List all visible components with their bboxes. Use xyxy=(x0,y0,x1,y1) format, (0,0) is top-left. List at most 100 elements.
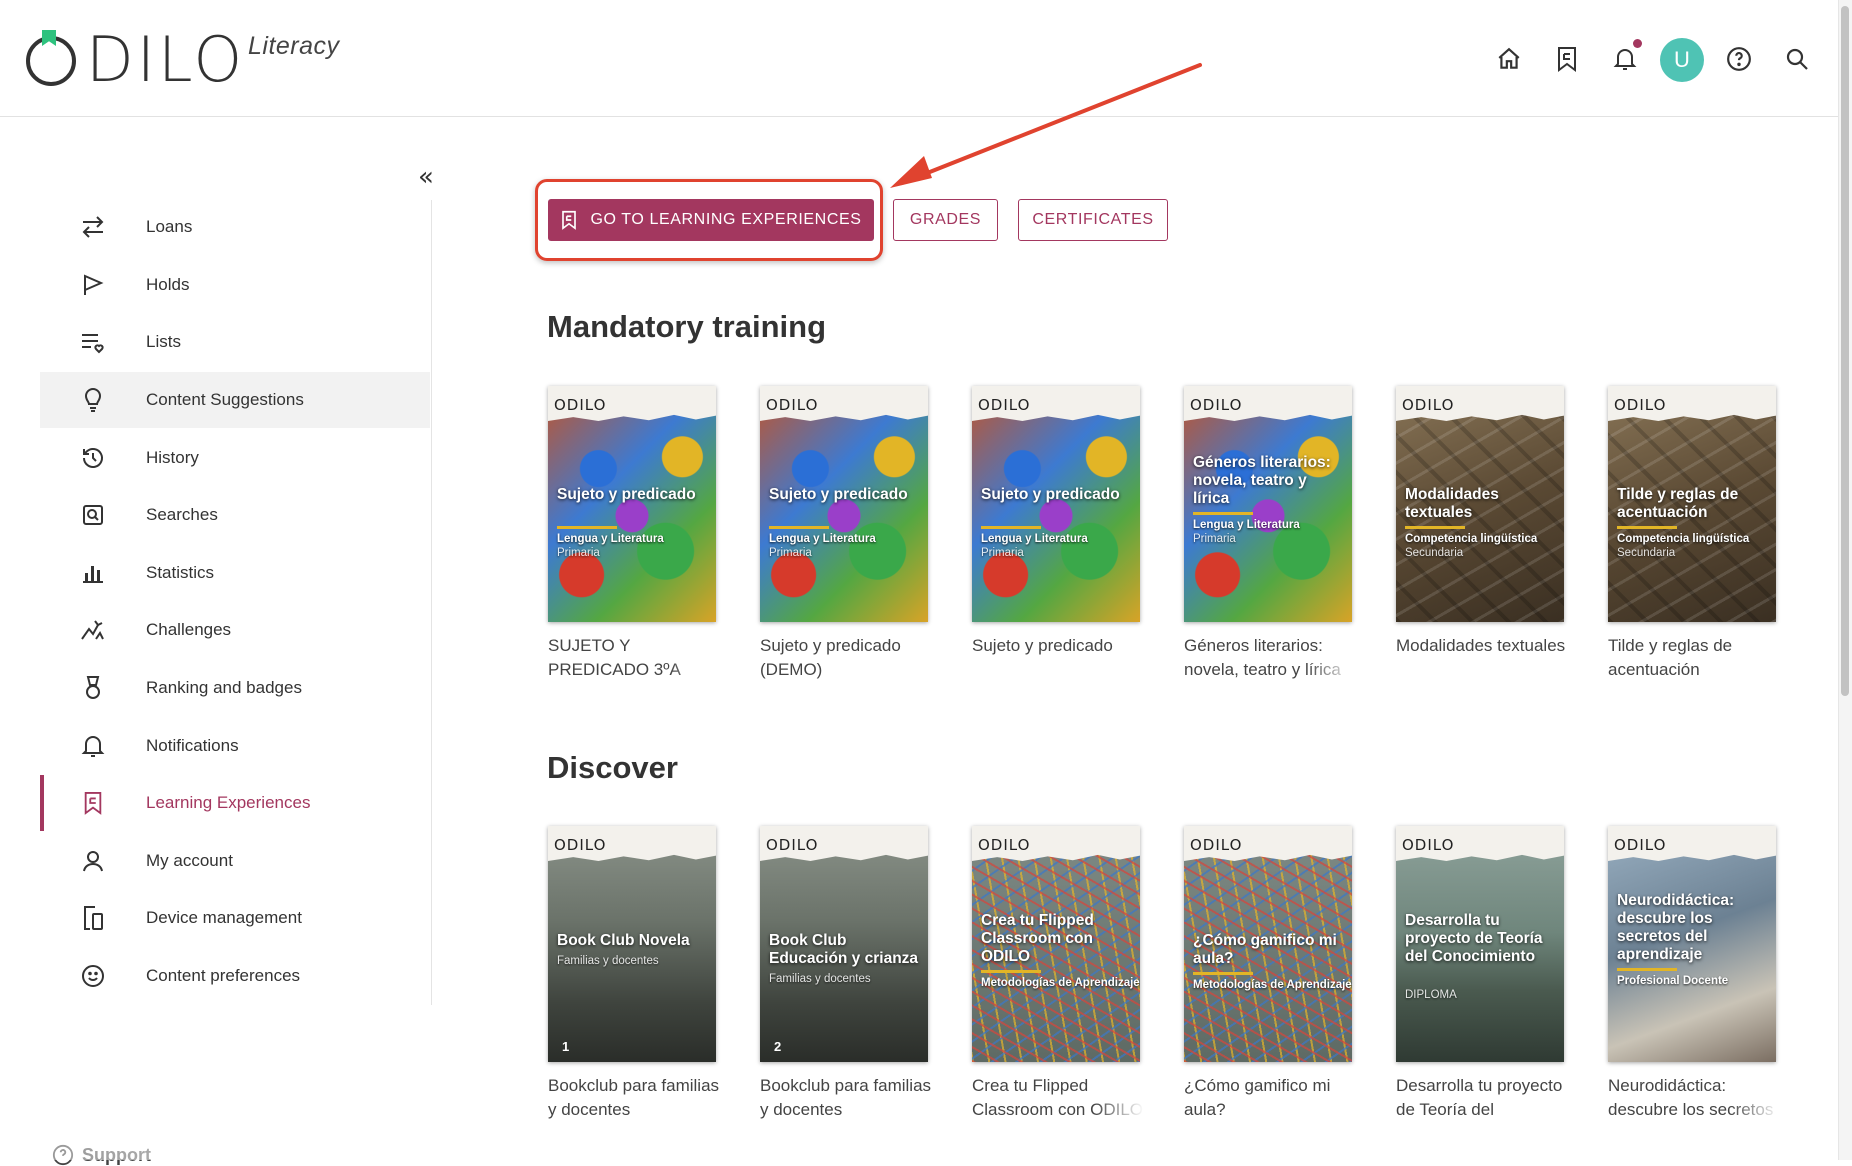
card-cover-image[interactable]: ODILO Crea tu Flipped Classroom con ODILO… xyxy=(972,826,1140,1062)
cover-accent-rule xyxy=(981,970,1041,973)
cover-level: DIPLOMA xyxy=(1405,989,1457,1001)
card-cover-image[interactable]: ODILO Book Club Novela Familias y docentes… xyxy=(548,826,716,1062)
home-icon[interactable] xyxy=(1494,44,1524,74)
sidebar-item-my-account[interactable]: My account xyxy=(40,833,430,889)
sidebar-item-content-preferences[interactable]: Content preferences xyxy=(40,948,430,1004)
card-title[interactable]: Bookclub para familias y docentes xyxy=(760,1074,932,1122)
sidebar-item-content-suggestions[interactable]: Content Suggestions xyxy=(40,372,430,428)
search-icon[interactable] xyxy=(1782,44,1812,74)
certificates-button[interactable]: CERTIFICATES xyxy=(1018,199,1168,241)
grades-button[interactable]: GRADES xyxy=(893,199,998,241)
cover-subtitle: Competencia lingüística Secundaria xyxy=(1405,532,1564,560)
card-cover-image[interactable]: ODILO Desarrolla tu proyecto de Teoría de… xyxy=(1396,826,1564,1062)
cover-subject: Lengua y Literatura xyxy=(769,533,876,545)
card-title[interactable]: Modalidades textuales xyxy=(1396,634,1568,682)
content-card[interactable]: ODILO Book Club Novela Familias y docentes… xyxy=(548,826,720,1122)
card-title[interactable]: SUJETO Y PREDICADO 3ºA xyxy=(548,634,720,682)
help-icon[interactable] xyxy=(1724,44,1754,74)
content-card[interactable]: ODILO Géneros literarios: novela, teatro … xyxy=(1184,386,1356,682)
sidebar-item-history[interactable]: History xyxy=(40,430,430,486)
content-card[interactable]: ODILO Crea tu Flipped Classroom con ODILO… xyxy=(972,826,1144,1122)
card-cover-image[interactable]: ODILO ¿Cómo gamifico mi aula? Metodologías… xyxy=(1184,826,1352,1062)
card-cover-image[interactable]: ODILO Sujeto y predicado Lengua y Literatu… xyxy=(548,386,716,622)
learning-bookmark-icon[interactable] xyxy=(1552,44,1582,74)
cover-title: Géneros literarios: novela, teatro y lír… xyxy=(1193,454,1331,507)
card-title[interactable]: Neurodidáctica: descubre los secretos de… xyxy=(1608,1074,1780,1122)
card-title[interactable]: Crea tu Flipped Classroom con ODILO xyxy=(972,1074,1144,1122)
content-card[interactable]: ODILO Modalidades textuales Competencia li… xyxy=(1396,386,1568,682)
notification-dot xyxy=(1633,39,1642,48)
card-cover-image[interactable]: ODILO Géneros literarios: novela, teatro … xyxy=(1184,386,1352,622)
cover-brand-logo: ODILO xyxy=(1614,396,1667,414)
card-cover-image[interactable]: ODILO Neurodidáctica: descubre los secret… xyxy=(1608,826,1776,1062)
sidebar-item-label: Statistics xyxy=(146,563,215,582)
content-card[interactable]: ODILO Sujeto y predicado Lengua y Literatu… xyxy=(548,386,720,682)
devices-icon xyxy=(78,903,108,933)
sidebar-item-searches[interactable]: Searches xyxy=(40,487,430,543)
card-title[interactable]: Sujeto y predicado xyxy=(972,634,1144,682)
cover-accent-rule xyxy=(557,526,617,529)
bell-icon[interactable] xyxy=(1610,44,1640,74)
content-card[interactable]: ODILO Sujeto y predicado Lengua y Literatu… xyxy=(760,386,932,682)
cover-subject: Competencia lingüística xyxy=(1617,533,1750,545)
learning-bookmark-icon xyxy=(78,788,108,818)
sidebar-item-loans[interactable]: Loans xyxy=(40,199,430,255)
card-title[interactable]: Sujeto y predicado (DEMO) xyxy=(760,634,932,682)
cover-accent-rule xyxy=(1405,526,1465,529)
card-title[interactable]: ¿Cómo gamifico mi aula? xyxy=(1184,1074,1356,1122)
cover-title: Modalidades textuales xyxy=(1405,486,1499,521)
card-title[interactable]: Desarrolla tu proyecto de Teoría del Con… xyxy=(1396,1074,1568,1122)
cover-subject: Lengua y Literatura xyxy=(981,533,1088,545)
cover-paper-strip: ODILO xyxy=(1608,386,1776,421)
card-cover-image[interactable]: ODILO Modalidades textuales Competencia li… xyxy=(1396,386,1564,622)
cover-title: Sujeto y predicado xyxy=(557,486,696,503)
sidebar-item-device-management[interactable]: Device management xyxy=(40,890,430,946)
lightbulb-icon xyxy=(78,385,108,415)
sidebar-divider xyxy=(431,200,432,1005)
cover-brand-logo: ODILO xyxy=(978,396,1031,414)
card-title[interactable]: Géneros literarios: novela, teatro y lír… xyxy=(1184,634,1356,682)
cover-accent-rule xyxy=(981,526,1041,529)
content-card[interactable]: ODILO Desarrolla tu proyecto de Teoría de… xyxy=(1396,826,1568,1122)
cover-level: Primaria xyxy=(1193,533,1236,545)
sidebar-item-notifications[interactable]: Notifications xyxy=(40,718,430,774)
section-title-discover: Discover xyxy=(547,750,678,785)
card-title[interactable]: Bookclub para familias y docentes xyxy=(548,1074,720,1122)
content-card[interactable]: ODILO ¿Cómo gamifico mi aula? Metodologías… xyxy=(1184,826,1356,1122)
cover-title: ¿Cómo gamifico mi aula? xyxy=(1193,932,1337,967)
cover-paper-strip: ODILO xyxy=(1184,386,1352,421)
scrollbar-thumb[interactable] xyxy=(1841,6,1849,696)
user-icon xyxy=(78,846,108,876)
cover-subject: Lengua y Literatura xyxy=(1193,519,1300,531)
content-card[interactable]: ODILO Book Club Educación y crianza Famili… xyxy=(760,826,932,1122)
cover-paper-strip: ODILO xyxy=(760,386,928,421)
sidebar-item-label: Challenges xyxy=(146,620,232,639)
cover-subtitle: Lengua y Literatura Primaria xyxy=(557,532,716,560)
avatar[interactable]: U xyxy=(1660,38,1704,82)
sidebar-item-label: Content preferences xyxy=(146,966,301,985)
card-title[interactable]: Tilde y reglas de acentuación xyxy=(1608,634,1780,682)
list-heart-icon xyxy=(78,327,108,357)
sidebar-item-label: Lists xyxy=(146,332,181,351)
sidebar-item-lists[interactable]: Lists xyxy=(40,314,430,370)
card-cover-image[interactable]: ODILO Tilde y reglas de acentuación Compet… xyxy=(1608,386,1776,622)
content-card[interactable]: ODILO Sujeto y predicado Lengua y Literatu… xyxy=(972,386,1144,682)
cover-title: Sujeto y predicado xyxy=(769,486,908,503)
card-cover-image[interactable]: ODILO Book Club Educación y crianza Famili… xyxy=(760,826,928,1062)
cover-paper-strip: ODILO xyxy=(972,386,1140,421)
sidebar-item-ranking-and-badges[interactable]: Ranking and badges xyxy=(40,660,430,716)
annotation-highlight-box xyxy=(535,179,883,261)
cover-level: Familias y docentes xyxy=(769,973,871,985)
card-cover-image[interactable]: ODILO Sujeto y predicado Lengua y Literatu… xyxy=(760,386,928,622)
content-card[interactable]: ODILO Tilde y reglas de acentuación Compet… xyxy=(1608,386,1780,682)
sidebar-item-challenges[interactable]: Challenges xyxy=(40,602,430,658)
cover-paper-strip: ODILO xyxy=(548,386,716,421)
sidebar-item-statistics[interactable]: Statistics xyxy=(40,545,430,601)
sidebar-item-learning-experiences[interactable]: Learning Experiences xyxy=(40,775,430,831)
content-card[interactable]: ODILO Neurodidáctica: descubre los secret… xyxy=(1608,826,1780,1122)
sidebar-item-holds[interactable]: Holds xyxy=(40,257,430,313)
collapse-sidebar-button[interactable]: « xyxy=(418,163,446,191)
support-fade-overlay xyxy=(0,1128,620,1160)
card-cover-image[interactable]: ODILO Sujeto y predicado Lengua y Literatu… xyxy=(972,386,1140,622)
cover-subject: Profesional Docente xyxy=(1617,975,1729,987)
